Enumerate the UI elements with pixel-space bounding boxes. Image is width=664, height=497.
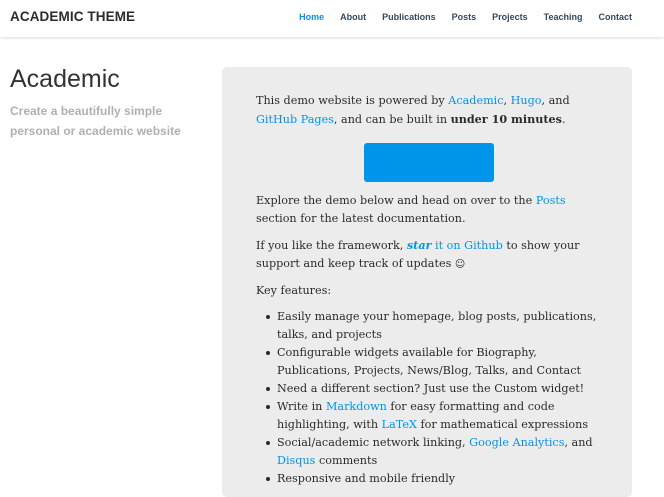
latex-link[interactable]: LaTeX: [382, 418, 417, 431]
nav-link-posts[interactable]: Posts: [452, 12, 477, 22]
cta-wrapper: Get Started!: [256, 143, 602, 182]
list-item: Configurable widgets available for Biogr…: [265, 344, 602, 380]
explore-paragraph: Explore the demo below and head on over …: [256, 192, 602, 228]
nav-link-teaching[interactable]: Teaching: [544, 12, 583, 22]
markdown-link[interactable]: Markdown: [326, 400, 387, 413]
nav-link-projects[interactable]: Projects: [492, 12, 528, 22]
intro-text-3: .: [561, 113, 566, 126]
feature-text: Social/academic network linking,: [277, 436, 470, 449]
feature-text: for mathematical expressions: [416, 418, 589, 431]
star-paragraph: If you like the framework, star it on Gi…: [256, 236, 602, 274]
nav-links: Home About Publications Posts Projects T…: [283, 12, 632, 22]
feature-text: , and: [564, 436, 593, 449]
hero-card: This demo website is powered by Academic…: [222, 67, 632, 497]
list-item: Social/academic network linking, Google …: [265, 434, 602, 470]
build-time-emphasis: under 10 minutes: [450, 112, 562, 126]
navbar: ACADEMIC THEME Home About Publications P…: [0, 0, 664, 37]
site-brand-link[interactable]: ACADEMIC THEME: [10, 9, 135, 24]
posts-link[interactable]: Posts: [536, 194, 566, 207]
nav-link-about[interactable]: About: [340, 12, 366, 22]
get-started-button[interactable]: Get Started!: [364, 143, 494, 182]
star-on-github-link[interactable]: star it on Github: [406, 238, 503, 252]
intro-text-2: , and can be built in: [333, 113, 451, 126]
disqus-link[interactable]: Disqus: [277, 454, 315, 467]
hugo-link[interactable]: Hugo: [511, 94, 542, 107]
smiley-icon: ☺: [454, 259, 466, 270]
intro-text: This demo website is powered by: [256, 94, 449, 107]
intro-paragraph: This demo website is powered by Academic…: [256, 92, 602, 129]
github-pages-link[interactable]: GitHub Pages: [256, 113, 334, 126]
list-item: Responsive and mobile friendly: [265, 470, 602, 488]
google-analytics-link[interactable]: Google Analytics: [469, 436, 564, 449]
list-item: Write in Markdown for easy formatting an…: [265, 398, 602, 434]
feature-text: Write in: [277, 400, 326, 413]
list-item: Need a different section? Just use the C…: [265, 380, 602, 398]
hero-sidebar: Academic Create a beautifully simple per…: [10, 65, 210, 141]
feature-text: comments: [315, 454, 378, 467]
academic-link[interactable]: Academic: [448, 94, 503, 107]
site-subtitle: Create a beautifully simple personal or …: [10, 104, 181, 138]
intro-sep-1: ,: [503, 94, 511, 107]
features-list: Easily manage your homepage, blog posts,…: [265, 308, 602, 488]
nav-link-publications[interactable]: Publications: [382, 12, 436, 22]
key-features-heading: Key features:: [256, 284, 332, 297]
explore-text-2: section for the latest documentation.: [256, 212, 466, 225]
nav-link-home[interactable]: Home: [299, 12, 324, 22]
explore-text: Explore the demo below and head on over …: [256, 194, 536, 207]
intro-sep-2: , and: [541, 94, 570, 107]
star-link-rest: it on Github: [431, 239, 503, 252]
star-word: star: [406, 238, 432, 252]
list-item: Easily manage your homepage, blog posts,…: [265, 308, 602, 344]
nav-link-contact[interactable]: Contact: [599, 12, 633, 22]
star-text: If you like the framework,: [256, 239, 407, 252]
site-title: Academic: [10, 65, 120, 93]
